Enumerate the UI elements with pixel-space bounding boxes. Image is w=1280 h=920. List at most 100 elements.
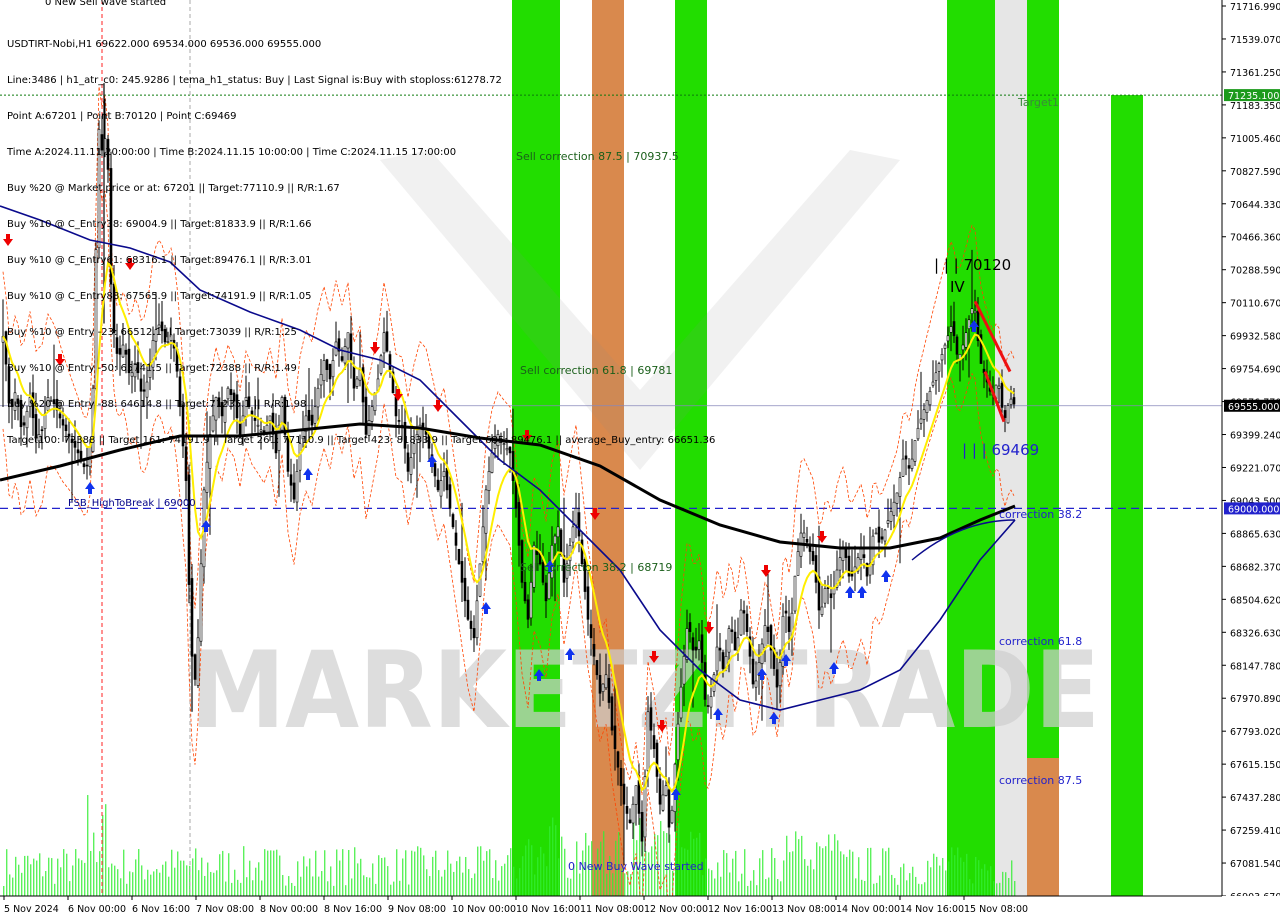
volume-bar <box>954 855 956 896</box>
volume-bar <box>30 864 32 896</box>
candle-body <box>661 794 665 811</box>
indicator-header: 0 New Sell wave started USDTIRT-Nobi,H1 … <box>7 0 715 459</box>
new-buy-wave-label: 0 New Buy Wave started <box>568 860 704 873</box>
volume-bar <box>174 867 176 896</box>
volume-bar <box>78 858 80 896</box>
volume-bar <box>234 869 236 896</box>
time-tick-label: 6 Nov 16:00 <box>132 904 190 915</box>
volume-bar <box>216 870 218 896</box>
volume-bar <box>27 855 29 896</box>
volume-bar <box>645 850 647 896</box>
volume-bar <box>477 846 479 896</box>
volume-bar <box>198 870 200 896</box>
volume-bar <box>750 880 752 896</box>
candle-body <box>187 474 191 585</box>
candle-body <box>292 482 296 500</box>
volume-bar <box>840 851 842 896</box>
candle-body <box>943 344 947 349</box>
volume-bar <box>135 859 137 896</box>
volume-bar <box>291 882 293 896</box>
volume-bar <box>900 867 902 896</box>
candle-body <box>1006 405 1010 424</box>
volume-bar <box>534 874 536 896</box>
volume-bar <box>537 857 539 896</box>
volume-bar <box>465 856 467 896</box>
volume-bar <box>225 881 227 896</box>
candle-body <box>451 514 455 528</box>
volume-bar <box>96 862 98 896</box>
volume-bar <box>474 873 476 896</box>
correction-875-label: correction 87.5 <box>999 774 1082 787</box>
volume-bar <box>276 849 278 896</box>
volume-bar <box>888 847 890 896</box>
candle-body <box>796 551 800 576</box>
volume-bar <box>903 863 905 896</box>
candle-body <box>472 628 476 639</box>
candle-body <box>85 464 89 467</box>
volume-bar <box>999 882 1001 896</box>
volume-bar <box>1014 880 1016 896</box>
volume-bar <box>288 876 290 896</box>
volume-bar <box>972 883 974 896</box>
volume-bar <box>153 871 155 896</box>
candle-body <box>193 654 197 680</box>
volume-bar <box>255 867 257 896</box>
price-axis[interactable]: 71716.990 71539.070 71361.250 71183.350 7100… <box>1221 0 1280 920</box>
volume-bar <box>18 864 20 896</box>
candle-body <box>877 526 881 543</box>
volume-bar <box>996 883 998 896</box>
volume-bar <box>282 874 284 896</box>
candle-body <box>1009 398 1013 405</box>
price-tick-label: 71539.070 <box>1230 35 1280 46</box>
volume-bar <box>48 857 50 896</box>
volume-bar <box>1008 877 1010 896</box>
time-tick-label: 15 Nov 08:00 <box>964 904 1028 915</box>
volume-bar <box>345 885 347 896</box>
time-tick-label: 6 Nov 00:00 <box>68 904 126 915</box>
volume-bar <box>186 865 188 896</box>
candle-body <box>631 803 635 824</box>
volume-bar <box>735 850 737 896</box>
candle-body <box>547 572 551 600</box>
candle-body <box>409 457 413 475</box>
volume-bar <box>1002 871 1004 896</box>
candle-body <box>586 586 590 620</box>
volume-bar <box>660 821 662 896</box>
volume-bar <box>285 885 287 896</box>
volume-bar <box>747 885 749 896</box>
volume-bar <box>792 851 794 896</box>
price-tick-label: 67970.890 <box>1230 694 1280 705</box>
candle-body <box>706 705 710 707</box>
candle-body <box>604 674 608 689</box>
volume-bar <box>783 860 785 896</box>
time-axis[interactable]: 5 Nov 2024 6 Nov 00:00 6 Nov 16:00 7 Nov 08… <box>0 895 1280 920</box>
candle-body <box>652 735 656 750</box>
candle-body <box>934 372 938 381</box>
candle-body <box>928 390 932 406</box>
candle-body <box>811 551 815 562</box>
candle-body <box>754 680 758 688</box>
volume-bar <box>780 881 782 896</box>
volume-bar <box>435 850 437 896</box>
volume-bar <box>279 855 281 896</box>
candle-body <box>628 819 632 824</box>
volume-bar <box>444 869 446 896</box>
volume-bar <box>855 878 857 896</box>
candle-body <box>571 526 575 543</box>
volume-bar <box>126 883 128 896</box>
volume-bar <box>705 858 707 896</box>
volume-bar <box>969 879 971 896</box>
volume-bar <box>375 883 377 896</box>
candle-body <box>862 554 866 558</box>
volume-bar <box>270 850 272 896</box>
volume-bar <box>396 849 398 896</box>
candle-body <box>607 677 611 703</box>
candle-body <box>544 582 548 602</box>
volume-bar <box>309 858 311 896</box>
volume-bar <box>702 875 704 896</box>
current-price-tag: 69555.000 <box>1228 402 1279 413</box>
volume-bar <box>3 885 5 896</box>
candle-body <box>448 484 452 509</box>
volume-bar <box>741 873 743 896</box>
candle-body <box>886 520 890 524</box>
